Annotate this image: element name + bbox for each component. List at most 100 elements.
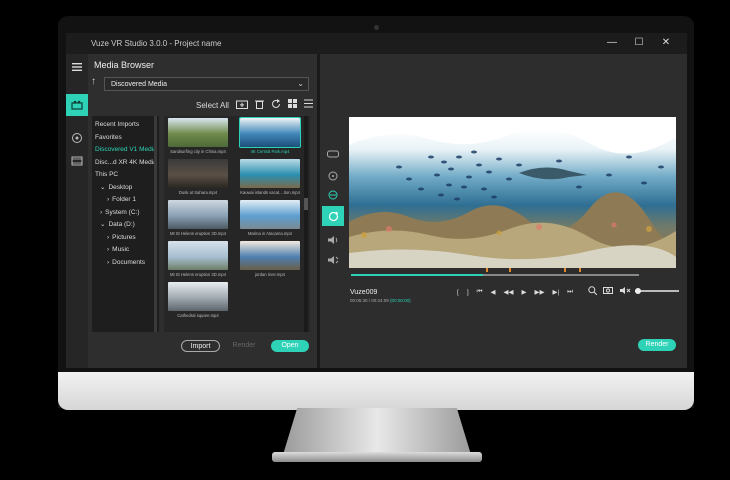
tree-item[interactable]: Favorites — [92, 132, 159, 145]
render-button[interactable]: Render — [638, 339, 676, 351]
volume-icon[interactable] — [619, 286, 631, 297]
tree-item[interactable]: Discovered V1 Media — [92, 144, 159, 157]
tree-item[interactable]: › Music — [92, 244, 159, 257]
refresh-icon[interactable] — [271, 98, 281, 112]
tree-item[interactable]: This PC — [92, 169, 159, 182]
tree-item-label: Desktop — [108, 183, 133, 191]
step-back-icon[interactable]: ◀ — [490, 288, 495, 296]
timeline-marker[interactable] — [486, 268, 489, 272]
thumbnail-caption: 4K Central Park.mp4 — [250, 149, 290, 154]
tree-item[interactable]: › System (C:) — [92, 207, 159, 220]
playback-controls: [ ] ⏮ ◀ ◀◀ ▶ ▶▶ ▶| ⏭ — [457, 287, 573, 297]
tree-item[interactable]: ⌄ Desktop — [92, 182, 159, 195]
import-button[interactable]: Import — [181, 340, 220, 352]
thumbnail-caption: Marina in Atacama.mp4 — [248, 231, 292, 236]
play-icon[interactable]: ▶ — [521, 288, 526, 296]
select-all-button[interactable]: Select All — [196, 101, 229, 110]
grid-scrollbar[interactable] — [304, 116, 308, 332]
media-thumbnail[interactable]: Sandsurfing city in China.mp4 — [168, 118, 228, 158]
headset-icon[interactable] — [322, 144, 344, 164]
tree-item[interactable]: › Pictures — [92, 232, 159, 245]
hamburger-icon[interactable] — [66, 56, 88, 78]
monitor-stand — [282, 408, 472, 458]
stabilize-icon[interactable] — [322, 206, 344, 226]
thumbnail-caption: jordan river.mp4 — [254, 272, 286, 277]
chevron-down-icon[interactable]: ⌄ — [100, 184, 105, 191]
tree-item-label: Folder 1 — [112, 196, 137, 203]
camera-360-icon[interactable] — [66, 127, 88, 149]
tree-item-label: Pictures — [112, 233, 136, 241]
tree-item-label: Recent Imports — [95, 121, 140, 128]
media-thumbnail[interactable]: 4K Central Park.mp4 — [239, 117, 301, 158]
tree-item[interactable]: Recent Imports — [92, 119, 159, 132]
zoom-icon[interactable] — [588, 285, 598, 297]
timeline-marker[interactable] — [578, 268, 581, 272]
tree-item[interactable]: › Folder 1 — [92, 194, 159, 207]
thumbnail-image — [240, 241, 300, 270]
thumbnail-caption: Dusk at Sahara.mp4 — [178, 190, 218, 195]
media-thumbnail[interactable]: Cathedral square.mp4 — [168, 282, 228, 322]
thumbnail-image — [168, 200, 228, 229]
audio-360-icon[interactable] — [322, 230, 344, 250]
media-thumbnail[interactable]: Mt St Helens eruption 3D.mp4 — [168, 241, 228, 281]
rewind-icon[interactable]: ◀◀ — [503, 288, 513, 296]
grid-view-icon[interactable] — [287, 99, 297, 111]
thumbnail-grid: Sandsurfing city in China.mp4 4K Central … — [164, 116, 310, 332]
list-view-icon[interactable] — [303, 99, 313, 111]
minimize-button[interactable]: — — [604, 37, 620, 49]
tree-item-label: Documents — [112, 258, 146, 266]
maximize-button[interactable]: ☐ — [631, 37, 647, 49]
chevron-down-icon: ⌄ — [297, 79, 304, 88]
volume-slider[interactable] — [635, 288, 679, 294]
target-icon[interactable] — [322, 166, 344, 186]
thumbnail-caption: Cathedral square.mp4 — [177, 313, 219, 318]
mark-out-button[interactable]: ] — [467, 289, 469, 296]
compass-icon[interactable] — [322, 185, 344, 205]
monitor-chin — [58, 372, 694, 410]
chevron-down-icon[interactable]: ⌄ — [100, 221, 105, 228]
source-dropdown[interactable]: Discovered Media ⌄ — [104, 77, 309, 91]
grid-scrollbar-knob[interactable] — [304, 198, 308, 210]
tree-item-label: Favorites — [95, 133, 122, 141]
skip-end-icon[interactable]: ⏭ — [567, 288, 573, 296]
chevron-right-icon[interactable]: › — [100, 209, 102, 216]
tree-item-label: Disc...d XR 4K Media — [95, 158, 157, 166]
player-toolbar — [320, 54, 347, 368]
open-button[interactable]: Open — [271, 340, 309, 352]
tree-item[interactable]: › Documents — [92, 257, 159, 270]
media-thumbnail[interactable]: Kauwai islands vacat....tion.mp4 — [240, 159, 300, 199]
film-strip-icon[interactable] — [66, 150, 88, 172]
chevron-right-icon[interactable]: › — [107, 234, 109, 241]
mark-in-button[interactable]: [ — [457, 289, 459, 296]
timeline-scrubber[interactable] — [351, 274, 639, 276]
thumbnail-image — [168, 159, 228, 188]
chevron-right-icon[interactable]: › — [107, 196, 109, 203]
new-folder-icon[interactable] — [235, 99, 248, 112]
chevron-right-icon[interactable]: › — [107, 246, 109, 253]
thumbnail-image — [168, 241, 228, 270]
tree-scrollbar[interactable] — [154, 116, 157, 332]
media-thumbnail[interactable]: Dusk at Sahara.mp4 — [168, 159, 228, 199]
volume-knob[interactable] — [635, 288, 641, 294]
arrow-up-icon[interactable]: ↑ — [91, 76, 96, 87]
forward-icon[interactable]: ▶▶ — [534, 288, 544, 296]
trash-icon[interactable] — [254, 99, 264, 112]
tree-item-label: Data (D:) — [108, 221, 135, 228]
media-thumbnail[interactable]: jordan river.mp4 — [240, 241, 300, 281]
snapshot-icon[interactable] — [603, 286, 613, 296]
timeline-marker[interactable] — [509, 268, 512, 272]
tree-item[interactable]: ⌄ Data (D:) — [92, 219, 159, 232]
close-button[interactable]: ✕ — [658, 37, 674, 49]
clip-time-alt: (00:00:00) — [390, 298, 411, 303]
timeline-marker[interactable] — [564, 268, 567, 272]
media-thumbnail[interactable]: Marina in Atacama.mp4 — [240, 200, 300, 240]
speaker-icon[interactable] — [322, 250, 344, 270]
thumbnail-image — [168, 282, 228, 311]
chevron-right-icon[interactable]: › — [107, 259, 109, 266]
step-forward-icon[interactable]: ▶| — [552, 288, 559, 296]
media-browser-icon[interactable] — [66, 94, 88, 116]
media-thumbnail[interactable]: Mt St Helens eruption 3D.mp4 — [168, 200, 228, 240]
skip-start-icon[interactable]: ⏮ — [477, 288, 483, 296]
video-viewport[interactable] — [349, 117, 676, 268]
tree-item[interactable]: Disc...d XR 4K Media — [92, 157, 159, 170]
